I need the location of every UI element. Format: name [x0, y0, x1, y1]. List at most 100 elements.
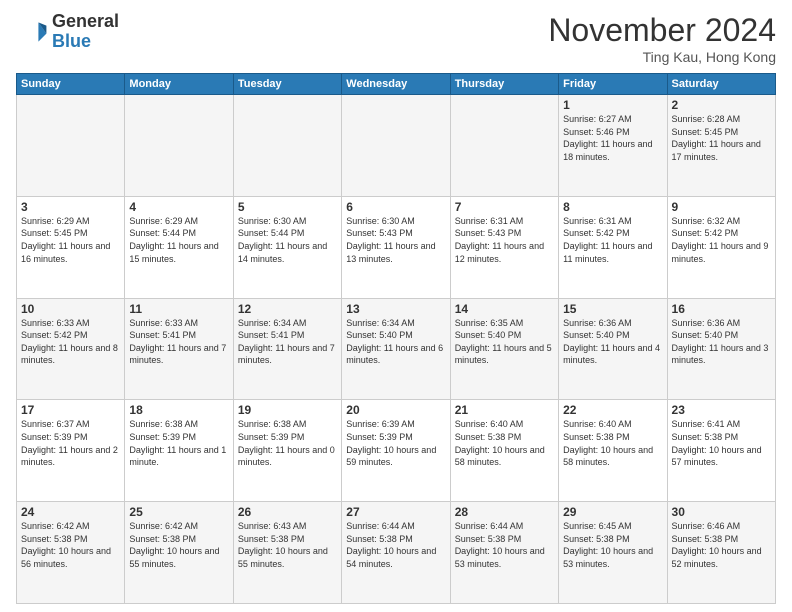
calendar-cell: 5Sunrise: 6:30 AM Sunset: 5:44 PM Daylig…	[233, 196, 341, 298]
day-info: Sunrise: 6:36 AM Sunset: 5:40 PM Dayligh…	[563, 317, 662, 367]
calendar-cell: 8Sunrise: 6:31 AM Sunset: 5:42 PM Daylig…	[559, 196, 667, 298]
day-number: 30	[672, 505, 771, 519]
day-info: Sunrise: 6:44 AM Sunset: 5:38 PM Dayligh…	[455, 520, 554, 570]
calendar-cell: 21Sunrise: 6:40 AM Sunset: 5:38 PM Dayli…	[450, 400, 558, 502]
calendar-cell: 7Sunrise: 6:31 AM Sunset: 5:43 PM Daylig…	[450, 196, 558, 298]
day-number: 24	[21, 505, 120, 519]
day-number: 9	[672, 200, 771, 214]
day-number: 28	[455, 505, 554, 519]
day-number: 27	[346, 505, 445, 519]
col-thursday: Thursday	[450, 74, 558, 95]
calendar-cell	[17, 95, 125, 197]
calendar-cell	[233, 95, 341, 197]
day-info: Sunrise: 6:45 AM Sunset: 5:38 PM Dayligh…	[563, 520, 662, 570]
day-info: Sunrise: 6:41 AM Sunset: 5:38 PM Dayligh…	[672, 418, 771, 468]
col-monday: Monday	[125, 74, 233, 95]
title-block: November 2024 Ting Kau, Hong Kong	[548, 12, 776, 65]
day-info: Sunrise: 6:40 AM Sunset: 5:38 PM Dayligh…	[563, 418, 662, 468]
day-number: 1	[563, 98, 662, 112]
calendar-cell: 23Sunrise: 6:41 AM Sunset: 5:38 PM Dayli…	[667, 400, 775, 502]
calendar-body: 1Sunrise: 6:27 AM Sunset: 5:46 PM Daylig…	[17, 95, 776, 604]
header-row: Sunday Monday Tuesday Wednesday Thursday…	[17, 74, 776, 95]
day-number: 10	[21, 302, 120, 316]
day-info: Sunrise: 6:39 AM Sunset: 5:39 PM Dayligh…	[346, 418, 445, 468]
day-info: Sunrise: 6:31 AM Sunset: 5:43 PM Dayligh…	[455, 215, 554, 265]
logo-blue: Blue	[52, 32, 119, 52]
calendar-cell: 3Sunrise: 6:29 AM Sunset: 5:45 PM Daylig…	[17, 196, 125, 298]
day-number: 29	[563, 505, 662, 519]
calendar-cell: 17Sunrise: 6:37 AM Sunset: 5:39 PM Dayli…	[17, 400, 125, 502]
day-info: Sunrise: 6:27 AM Sunset: 5:46 PM Dayligh…	[563, 113, 662, 163]
day-number: 3	[21, 200, 120, 214]
month-title: November 2024	[548, 12, 776, 49]
calendar-header: Sunday Monday Tuesday Wednesday Thursday…	[17, 74, 776, 95]
day-number: 18	[129, 403, 228, 417]
day-number: 22	[563, 403, 662, 417]
day-number: 17	[21, 403, 120, 417]
day-number: 19	[238, 403, 337, 417]
day-info: Sunrise: 6:29 AM Sunset: 5:44 PM Dayligh…	[129, 215, 228, 265]
col-friday: Friday	[559, 74, 667, 95]
day-info: Sunrise: 6:28 AM Sunset: 5:45 PM Dayligh…	[672, 113, 771, 163]
day-number: 25	[129, 505, 228, 519]
day-number: 11	[129, 302, 228, 316]
day-number: 21	[455, 403, 554, 417]
logo-icon	[16, 16, 48, 48]
calendar-cell: 9Sunrise: 6:32 AM Sunset: 5:42 PM Daylig…	[667, 196, 775, 298]
day-info: Sunrise: 6:34 AM Sunset: 5:40 PM Dayligh…	[346, 317, 445, 367]
day-info: Sunrise: 6:34 AM Sunset: 5:41 PM Dayligh…	[238, 317, 337, 367]
day-info: Sunrise: 6:37 AM Sunset: 5:39 PM Dayligh…	[21, 418, 120, 468]
day-info: Sunrise: 6:31 AM Sunset: 5:42 PM Dayligh…	[563, 215, 662, 265]
day-number: 26	[238, 505, 337, 519]
day-number: 14	[455, 302, 554, 316]
day-number: 5	[238, 200, 337, 214]
col-sunday: Sunday	[17, 74, 125, 95]
day-info: Sunrise: 6:30 AM Sunset: 5:43 PM Dayligh…	[346, 215, 445, 265]
day-info: Sunrise: 6:46 AM Sunset: 5:38 PM Dayligh…	[672, 520, 771, 570]
day-info: Sunrise: 6:38 AM Sunset: 5:39 PM Dayligh…	[238, 418, 337, 468]
calendar-cell: 29Sunrise: 6:45 AM Sunset: 5:38 PM Dayli…	[559, 502, 667, 604]
calendar-cell: 26Sunrise: 6:43 AM Sunset: 5:38 PM Dayli…	[233, 502, 341, 604]
week-row-1: 3Sunrise: 6:29 AM Sunset: 5:45 PM Daylig…	[17, 196, 776, 298]
calendar-cell: 18Sunrise: 6:38 AM Sunset: 5:39 PM Dayli…	[125, 400, 233, 502]
day-number: 13	[346, 302, 445, 316]
day-number: 6	[346, 200, 445, 214]
calendar-cell: 30Sunrise: 6:46 AM Sunset: 5:38 PM Dayli…	[667, 502, 775, 604]
calendar-cell: 16Sunrise: 6:36 AM Sunset: 5:40 PM Dayli…	[667, 298, 775, 400]
logo-text: General Blue	[52, 12, 119, 52]
week-row-0: 1Sunrise: 6:27 AM Sunset: 5:46 PM Daylig…	[17, 95, 776, 197]
day-info: Sunrise: 6:32 AM Sunset: 5:42 PM Dayligh…	[672, 215, 771, 265]
page: General Blue November 2024 Ting Kau, Hon…	[0, 0, 792, 612]
calendar-cell	[450, 95, 558, 197]
day-info: Sunrise: 6:35 AM Sunset: 5:40 PM Dayligh…	[455, 317, 554, 367]
col-saturday: Saturday	[667, 74, 775, 95]
header: General Blue November 2024 Ting Kau, Hon…	[16, 12, 776, 65]
week-row-4: 24Sunrise: 6:42 AM Sunset: 5:38 PM Dayli…	[17, 502, 776, 604]
calendar-cell: 1Sunrise: 6:27 AM Sunset: 5:46 PM Daylig…	[559, 95, 667, 197]
col-wednesday: Wednesday	[342, 74, 450, 95]
calendar-cell	[125, 95, 233, 197]
calendar-cell: 19Sunrise: 6:38 AM Sunset: 5:39 PM Dayli…	[233, 400, 341, 502]
calendar-cell	[342, 95, 450, 197]
calendar-cell: 24Sunrise: 6:42 AM Sunset: 5:38 PM Dayli…	[17, 502, 125, 604]
calendar-cell: 6Sunrise: 6:30 AM Sunset: 5:43 PM Daylig…	[342, 196, 450, 298]
week-row-2: 10Sunrise: 6:33 AM Sunset: 5:42 PM Dayli…	[17, 298, 776, 400]
col-tuesday: Tuesday	[233, 74, 341, 95]
day-info: Sunrise: 6:44 AM Sunset: 5:38 PM Dayligh…	[346, 520, 445, 570]
calendar-cell: 28Sunrise: 6:44 AM Sunset: 5:38 PM Dayli…	[450, 502, 558, 604]
day-info: Sunrise: 6:29 AM Sunset: 5:45 PM Dayligh…	[21, 215, 120, 265]
day-number: 8	[563, 200, 662, 214]
day-info: Sunrise: 6:42 AM Sunset: 5:38 PM Dayligh…	[21, 520, 120, 570]
calendar-cell: 14Sunrise: 6:35 AM Sunset: 5:40 PM Dayli…	[450, 298, 558, 400]
calendar-cell: 22Sunrise: 6:40 AM Sunset: 5:38 PM Dayli…	[559, 400, 667, 502]
day-info: Sunrise: 6:30 AM Sunset: 5:44 PM Dayligh…	[238, 215, 337, 265]
calendar-cell: 10Sunrise: 6:33 AM Sunset: 5:42 PM Dayli…	[17, 298, 125, 400]
logo-general: General	[52, 12, 119, 32]
calendar-cell: 2Sunrise: 6:28 AM Sunset: 5:45 PM Daylig…	[667, 95, 775, 197]
day-number: 12	[238, 302, 337, 316]
calendar-cell: 4Sunrise: 6:29 AM Sunset: 5:44 PM Daylig…	[125, 196, 233, 298]
calendar-cell: 25Sunrise: 6:42 AM Sunset: 5:38 PM Dayli…	[125, 502, 233, 604]
calendar-cell: 15Sunrise: 6:36 AM Sunset: 5:40 PM Dayli…	[559, 298, 667, 400]
day-number: 23	[672, 403, 771, 417]
day-info: Sunrise: 6:42 AM Sunset: 5:38 PM Dayligh…	[129, 520, 228, 570]
